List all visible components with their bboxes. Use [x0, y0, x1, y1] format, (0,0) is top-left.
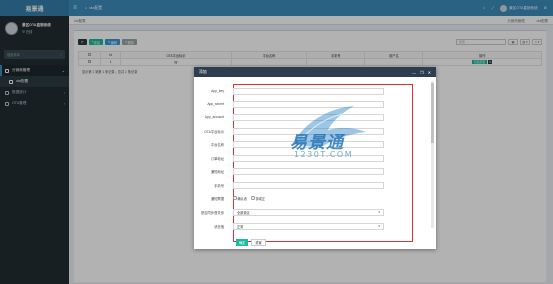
form-row-status: 状态值 正常 ▾ — [194, 222, 426, 230]
status-select[interactable]: 正常 ▾ — [233, 222, 384, 230]
radio-label: 拆成正 — [255, 196, 266, 201]
minimize-icon[interactable]: — — [412, 70, 416, 75]
field-label: 通知票据 — [210, 196, 224, 201]
field-label: 订单地址 — [210, 156, 224, 161]
field-label: 平台名称 — [210, 142, 224, 147]
radio-option-1[interactable]: 确认改 — [233, 196, 247, 201]
phone-input[interactable] — [233, 181, 384, 189]
close-icon[interactable]: ✕ — [428, 70, 431, 75]
ota-flag-input[interactable] — [233, 127, 384, 135]
form-row-notify-ticket: 通知票据 确认改 拆成正 — [194, 194, 426, 202]
dialog-footer: 确定 重置 — [236, 239, 266, 246]
chevron-down-icon: ▾ — [378, 224, 380, 228]
notify-ticket-radio-group: 确认改 拆成正 — [233, 196, 265, 201]
reset-button[interactable]: 重置 — [251, 239, 266, 246]
scroll-thumb[interactable] — [431, 83, 434, 143]
field-label: 状态值 — [214, 224, 224, 229]
notify-url-input[interactable] — [233, 167, 384, 175]
form-row-ota-flag: OTA平台标示 — [194, 127, 426, 135]
dialog-header[interactable]: 添加 — ❐ ✕ — [194, 67, 436, 77]
sync-select-value: 全部景区 — [237, 210, 250, 215]
form-row-platform-name: 平台名称 — [194, 140, 426, 148]
dialog-controls: — ❐ ✕ — [412, 70, 431, 75]
confirm-button[interactable]: 确定 — [236, 239, 249, 246]
field-label: 是否同步首关系 — [200, 210, 224, 215]
field-label: 通知地址 — [210, 169, 224, 174]
field-label: App_secret — [207, 102, 224, 106]
dialog-scrollbar[interactable] — [431, 81, 434, 228]
field-label: App_account — [204, 115, 224, 119]
app-key-input[interactable] — [233, 87, 384, 95]
platform-name-input[interactable] — [233, 140, 384, 148]
chevron-down-icon: ▾ — [378, 210, 380, 214]
radio-circle-icon — [233, 196, 237, 200]
field-label: OTA平台标示 — [204, 129, 224, 134]
radio-circle-icon — [251, 196, 255, 200]
add-dialog: 添加 — ❐ ✕ App_key App_secret App_account … — [194, 67, 436, 249]
form-row-app-secret: App_secret — [194, 100, 426, 108]
dialog-title: 添加 — [199, 69, 207, 74]
field-label: 手机号 — [214, 183, 224, 188]
status-select-value: 正常 — [237, 224, 244, 229]
order-url-input[interactable] — [233, 154, 384, 162]
form-row-app-key: App_key — [194, 87, 426, 95]
form-row-phone: 手机号 — [194, 181, 426, 189]
maximize-icon[interactable]: ❐ — [420, 70, 424, 75]
field-label: App_key — [211, 89, 224, 93]
sync-select[interactable]: 全部景区 ▾ — [233, 208, 384, 216]
form-row-order-url: 订单地址 — [194, 154, 426, 162]
form-row-sync: 是否同步首关系 全部景区 ▾ — [194, 208, 426, 216]
radio-option-2[interactable]: 拆成正 — [251, 196, 265, 201]
dialog-body: App_key App_secret App_account OTA平台标示 平… — [194, 77, 436, 249]
form-row-notify-url: 通知地址 — [194, 167, 426, 175]
app-account-input[interactable] — [233, 113, 384, 121]
app-secret-input[interactable] — [233, 100, 384, 108]
form-row-app-account: App_account — [194, 113, 426, 121]
radio-label: 确认改 — [237, 196, 248, 201]
